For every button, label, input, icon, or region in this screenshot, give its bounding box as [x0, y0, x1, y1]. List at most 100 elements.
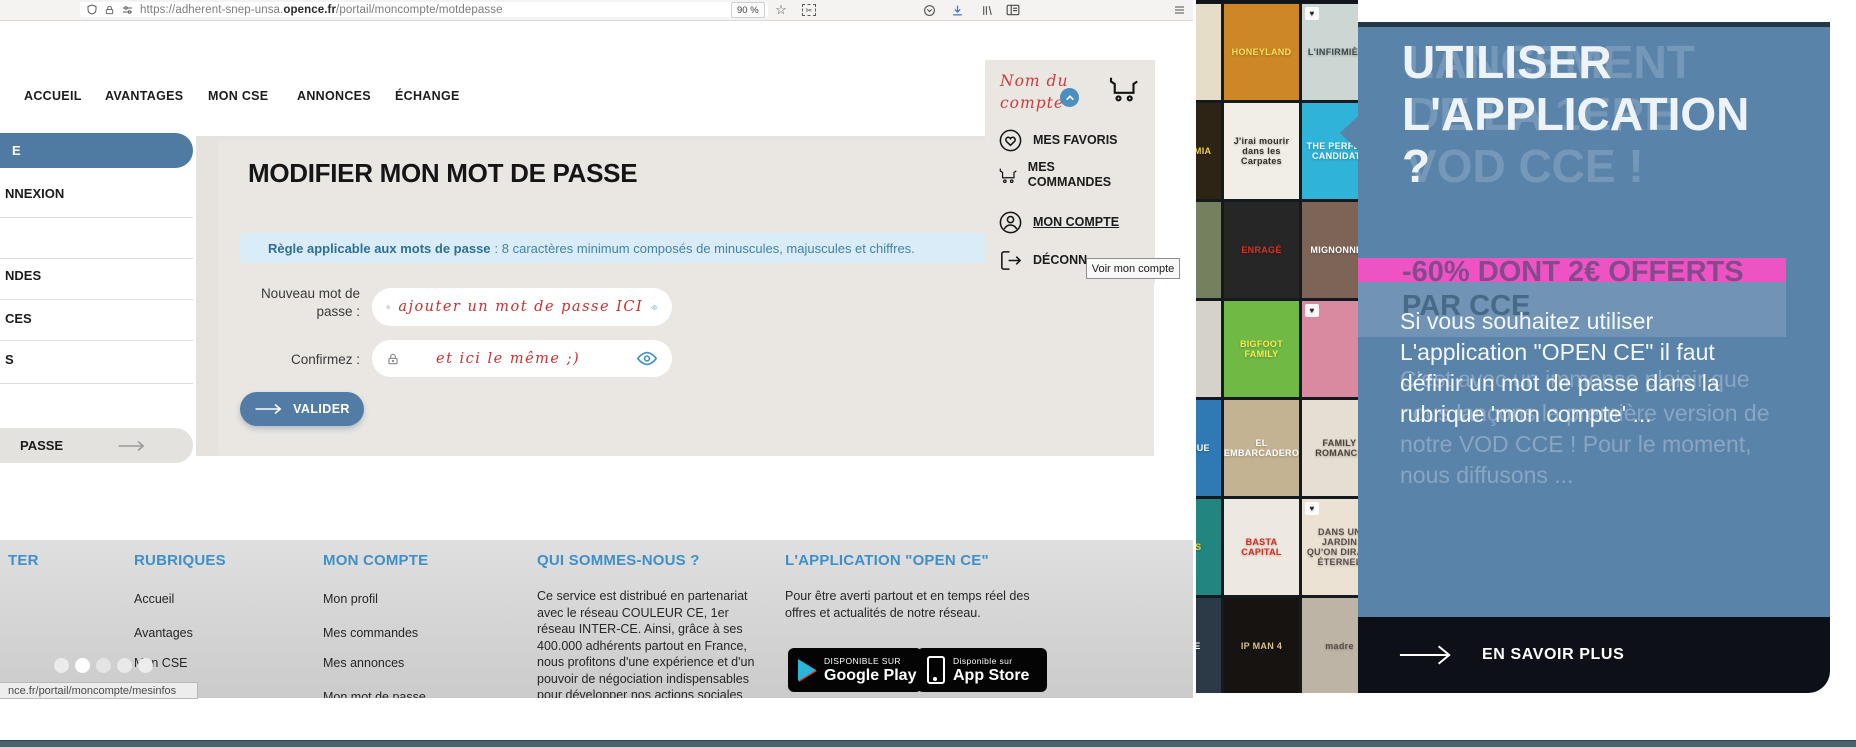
pocket-icon[interactable]	[920, 1, 938, 19]
sidebar-item-favoris[interactable]: S	[5, 352, 14, 367]
valider-button[interactable]: VALIDER	[240, 392, 364, 426]
movie-poster[interactable]: ITE	[1196, 301, 1221, 397]
permissions-icon[interactable]	[121, 4, 134, 16]
movie-poster[interactable]: AFRICA MIA	[1196, 103, 1221, 199]
movie-poster[interactable]: madre	[1302, 598, 1358, 693]
carousel-dot[interactable]	[117, 658, 132, 673]
footer-app-text: Pour être averti partout et en temps rée…	[785, 589, 1030, 620]
sidebar-item-annonces[interactable]: CES	[5, 311, 32, 326]
movie-poster[interactable]: EL EMBARCADERO	[1224, 400, 1299, 496]
ghost-slide-title: VOD CCE !	[1406, 140, 1644, 192]
favorite-heart-icon[interactable]: ♥	[1305, 7, 1319, 20]
menu-item-mon-compte[interactable]: MON COMPTE	[998, 210, 1119, 235]
footer-link-mes-commandes[interactable]: Mes commandes	[323, 626, 418, 640]
movie-poster[interactable]: IP MAN 4	[1224, 598, 1299, 693]
sidebar-item-commandes[interactable]: NDES	[5, 268, 41, 283]
movie-poster[interactable]: HONEYLAND	[1224, 4, 1299, 100]
carousel-dot[interactable]	[54, 658, 69, 673]
divider	[0, 383, 193, 384]
promo-title-line: ?	[1402, 140, 1431, 192]
poster-grid: nette HONEYLAND ♥ L'INFIRMIÈRE AFRICA MI…	[1196, 4, 1358, 693]
heart-circle-icon	[999, 129, 1022, 152]
app-store-badge[interactable]: Disponible sur App Store	[917, 648, 1047, 692]
lock-icon[interactable]	[104, 4, 115, 16]
cart-icon[interactable]	[1107, 74, 1140, 109]
cart-icon	[999, 168, 1017, 183]
movie-poster[interactable]: nette	[1196, 4, 1221, 100]
zoom-level-badge[interactable]: 90 %	[731, 2, 765, 18]
show-password-icon[interactable]	[651, 300, 658, 315]
status-bar-link-preview: nce.fr/portail/moncompte/mesinfos	[0, 682, 198, 699]
new-password-input[interactable]: ajouter un mot de passe ICI	[372, 288, 672, 326]
ghost-offer-text: -60% DONT 2€ OFFERTS	[1402, 256, 1744, 288]
chevron-up-icon[interactable]	[1060, 88, 1079, 107]
footer-link-mes-annonces[interactable]: Mes annonces	[323, 656, 404, 670]
movie-poster[interactable]: ♥ L'INFIRMIÈRE	[1302, 4, 1358, 100]
browser-toolbar: https://adherent-snep-unsa.opence.fr/por…	[0, 0, 1193, 21]
ghost-body-line: nous diffusons ...	[1400, 462, 1574, 488]
arrow-right-icon	[1399, 645, 1451, 665]
favorite-heart-icon[interactable]: ♥	[1305, 304, 1319, 317]
nav-avantages[interactable]: AVANTAGES	[105, 89, 183, 103]
footer-link-accueil[interactable]: Accueil	[134, 592, 174, 606]
footer-link-mon-profil[interactable]: Mon profil	[323, 592, 378, 606]
movie-poster[interactable]: BASTA CAPITAL	[1224, 499, 1299, 595]
url-text[interactable]: https://adherent-snep-unsa.opence.fr/por…	[140, 4, 503, 16]
arrow-right-icon	[255, 403, 282, 415]
movie-poster[interactable]: MIGNONNES	[1302, 202, 1358, 298]
carousel-dot[interactable]	[138, 658, 153, 673]
movie-poster[interactable]: BIGFOOT FAMILY	[1224, 301, 1299, 397]
divider	[0, 340, 193, 341]
menu-item-mes-favoris[interactable]: MES FAVORIS	[998, 128, 1118, 153]
nav-echange[interactable]: ÉCHANGE	[395, 89, 460, 103]
carousel-dot-active[interactable]	[75, 658, 90, 673]
en-savoir-plus-button[interactable]: EN SAVOIR PLUS	[1358, 617, 1830, 693]
arrow-right-icon	[118, 440, 145, 451]
show-password-icon[interactable]	[636, 351, 658, 366]
nav-annonces[interactable]: ANNONCES	[297, 89, 371, 103]
screenshot-icon[interactable]: ✂	[800, 1, 818, 19]
confirm-password-input[interactable]: et ici le même ;)	[372, 340, 672, 377]
footer-link-mot-de-passe[interactable]: Mon mot de passe	[323, 690, 426, 698]
movie-poster[interactable]: ME PES	[1196, 499, 1221, 595]
menu-item-deconnexion[interactable]: DÉCONN	[998, 248, 1087, 273]
ghost-body-line: notre VOD CCE ! Pour le moment,	[1400, 431, 1752, 457]
promo-body-line: Si vous souhaitez utiliser	[1400, 308, 1654, 334]
favorite-heart-icon[interactable]: ♥	[1305, 502, 1319, 515]
sidebar-item-active[interactable]: E	[0, 133, 193, 168]
nav-accueil[interactable]: ACCUEIL	[24, 89, 82, 103]
promo-body-line: rubrique 'mon compte' ...	[1400, 401, 1652, 427]
movie-poster[interactable]: CER RIQUE	[1196, 400, 1221, 496]
address-bar[interactable]: https://adherent-snep-unsa.opence.fr/por…	[80, 2, 768, 17]
shield-icon[interactable]	[86, 3, 98, 16]
movie-poster[interactable]: FEMME	[1196, 598, 1221, 693]
movie-poster[interactable]: Fille	[1196, 202, 1221, 298]
footer-heading-rubriques: RUBRIQUES	[134, 552, 226, 569]
carousel-dot[interactable]	[96, 658, 111, 673]
password-rule-banner: Règle applicable aux mots de passe: 8 ca…	[240, 233, 1085, 263]
menu-item-mes-commandes[interactable]: MES COMMANDES	[998, 160, 1118, 190]
account-name-trigger[interactable]: Nom du compte	[1000, 70, 1068, 114]
movie-poster[interactable]: J'irai mourir dans les Carpates	[1224, 103, 1299, 199]
movie-poster[interactable]: ♥	[1302, 301, 1358, 397]
sidebar-item-mot-de-passe[interactable]: PASSE	[0, 428, 193, 463]
movie-poster[interactable]: FAMILY ROMANCE	[1302, 400, 1358, 496]
annotation-new-password: ajouter un mot de passe ICI	[398, 299, 644, 315]
nav-mon-cse[interactable]: MON CSE	[208, 89, 268, 103]
movie-poster[interactable]: ENRAGÉ	[1224, 202, 1299, 298]
bookmark-star-icon[interactable]: ☆	[772, 1, 790, 19]
library-icon[interactable]	[978, 1, 996, 19]
logout-icon	[1001, 251, 1022, 270]
sidebar-toggle-icon[interactable]	[1004, 1, 1022, 19]
footer-link-avantages[interactable]: Avantages	[134, 626, 193, 640]
app-store-icon	[927, 656, 945, 684]
movie-poster[interactable]: ♥ DANS UN JARDIN QU'ON DIRAIT ÉTERNEL	[1302, 499, 1358, 595]
lock-icon	[388, 353, 398, 364]
google-play-badge[interactable]: DISPONIBLE SUR Google Play	[788, 648, 922, 692]
annotation-confirm-password: et ici le même ;)	[436, 350, 581, 367]
promo-title-line: L'APPLICATION	[1402, 88, 1750, 140]
menu-icon[interactable]	[1170, 1, 1188, 19]
promo-body-line: L'application "OPEN CE" il faut	[1400, 339, 1715, 365]
downloads-icon[interactable]	[948, 1, 966, 19]
sidebar-item-connexion[interactable]: NNEXION	[5, 186, 64, 201]
